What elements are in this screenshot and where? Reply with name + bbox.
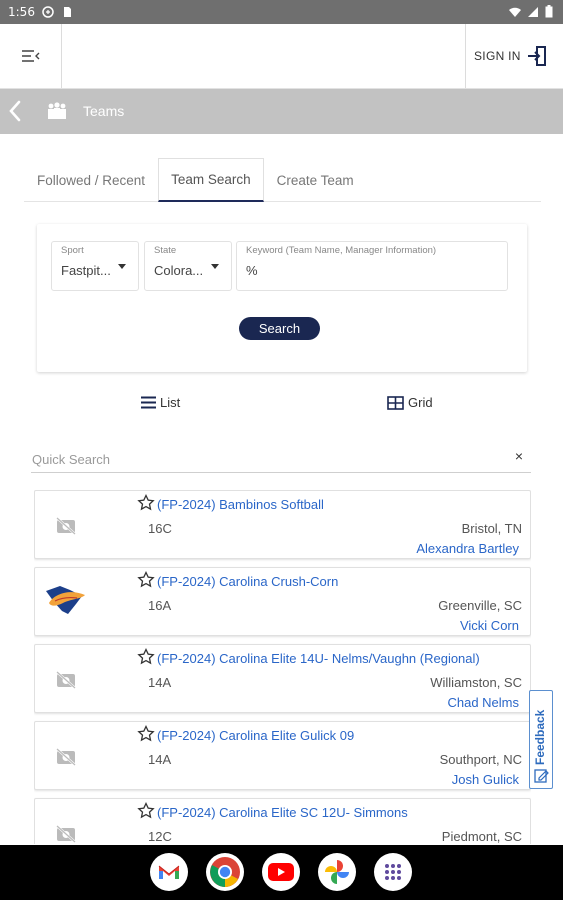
signal-icon (528, 6, 538, 17)
sign-in-button[interactable]: SIGN IN (465, 24, 563, 88)
team-card[interactable]: (FP-2024) Carolina Elite SC 12U- Simmons… (34, 798, 531, 844)
star-icon[interactable] (137, 494, 155, 512)
wifi-icon (509, 7, 521, 17)
team-list: (FP-2024) Bambinos Softball 16C Bristol,… (34, 490, 531, 844)
tab-followed-recent[interactable]: Followed / Recent (24, 158, 158, 202)
state-select[interactable]: State Colora... (144, 241, 232, 291)
tab-bar: Followed / Recent Team Search Create Tea… (24, 158, 541, 202)
team-card[interactable]: (FP-2024) Carolina Crush-Corn 16A Greenv… (34, 567, 531, 636)
menu-toggle-button[interactable] (0, 24, 62, 88)
list-icon (141, 396, 156, 409)
quick-search-placeholder: Quick Search (32, 452, 111, 467)
sport-select[interactable]: Sport Fastpit... (51, 241, 139, 291)
sport-label: Sport (61, 245, 84, 256)
sd-card-icon (64, 7, 71, 17)
team-location: Bristol, TN (461, 521, 522, 536)
team-card[interactable]: (FP-2024) Carolina Elite 14U- Nelms/Vaug… (34, 644, 531, 713)
page-title: Teams (83, 103, 125, 119)
teams-icon (48, 102, 66, 119)
team-manager-link[interactable]: Chad Nelms (447, 695, 519, 710)
login-icon (527, 46, 546, 66)
tab-team-search[interactable]: Team Search (158, 158, 264, 202)
keyword-value: % (246, 263, 258, 278)
clear-icon[interactable]: × (515, 448, 523, 464)
system-dock (0, 845, 563, 900)
team-age: 14A (148, 752, 172, 767)
list-label: List (160, 395, 181, 410)
chevron-down-icon (118, 264, 126, 269)
team-location: Williamston, SC (430, 675, 522, 690)
keyword-input[interactable]: Keyword (Team Name, Manager Information)… (236, 241, 508, 291)
team-age: 16A (148, 598, 172, 613)
team-logo (43, 582, 89, 620)
breadcrumb: Teams (0, 89, 563, 134)
no-image-icon (49, 740, 83, 774)
team-manager-link[interactable]: Alexandra Bartley (416, 541, 519, 556)
status-time: 1:56 (8, 5, 35, 19)
app-bar: SIGN IN (0, 24, 563, 89)
star-icon[interactable] (137, 802, 155, 820)
back-arrow-icon[interactable] (6, 99, 26, 123)
no-image-icon (49, 509, 83, 543)
team-card[interactable]: (FP-2024) Bambinos Softball 16C Bristol,… (34, 490, 531, 559)
grid-icon (387, 395, 404, 410)
feedback-label: Feedback (533, 709, 547, 765)
search-panel: Sport Fastpit... State Colora... Keyword… (37, 224, 527, 372)
star-icon[interactable] (137, 648, 155, 666)
no-image-icon (49, 663, 83, 697)
team-location: Southport, NC (439, 752, 522, 767)
feedback-button[interactable]: Feedback (529, 690, 553, 789)
star-icon[interactable] (137, 571, 155, 589)
team-manager-link[interactable]: Vicki Corn (460, 618, 519, 633)
list-view-button[interactable]: List (141, 395, 180, 410)
team-age: 14A (148, 675, 172, 690)
edit-icon (534, 769, 549, 783)
app-drawer-icon[interactable] (374, 853, 412, 891)
search-button[interactable]: Search (239, 317, 320, 340)
battery-icon (545, 5, 553, 18)
team-location: Piedmont, SC (441, 829, 522, 844)
chevron-down-icon (211, 264, 219, 269)
sport-value: Fastpit... (61, 263, 111, 278)
team-name-link[interactable]: (FP-2024) Bambinos Softball (157, 497, 324, 512)
team-age: 16C (148, 521, 172, 536)
team-location: Greenville, SC (438, 598, 522, 613)
quick-search-input[interactable]: Quick Search × (31, 445, 531, 473)
tab-create-team[interactable]: Create Team (264, 158, 367, 202)
state-value: Colora... (154, 263, 204, 278)
team-card[interactable]: (FP-2024) Carolina Elite Gulick 09 14A S… (34, 721, 531, 790)
grid-view-button[interactable]: Grid (387, 395, 433, 410)
team-name-link[interactable]: (FP-2024) Carolina Elite Gulick 09 (157, 728, 354, 743)
youtube-icon[interactable] (262, 853, 300, 891)
team-name-link[interactable]: (FP-2024) Carolina Elite 14U- Nelms/Vaug… (157, 651, 480, 666)
team-manager-link[interactable]: Josh Gulick (452, 772, 519, 787)
chrome-icon[interactable] (206, 853, 244, 891)
team-name-link[interactable]: (FP-2024) Carolina Crush-Corn (157, 574, 338, 589)
no-image-icon (49, 817, 83, 844)
sign-in-label: SIGN IN (474, 49, 521, 63)
team-age: 12C (148, 829, 172, 844)
state-label: State (154, 245, 177, 256)
grid-label: Grid (408, 395, 433, 410)
menu-collapse-icon (21, 50, 39, 62)
gmail-icon[interactable] (150, 853, 188, 891)
status-bar: 1:56 (0, 0, 563, 24)
sync-icon (42, 6, 54, 18)
team-name-link[interactable]: (FP-2024) Carolina Elite SC 12U- Simmons (157, 805, 408, 820)
star-icon[interactable] (137, 725, 155, 743)
keyword-label: Keyword (Team Name, Manager Information) (246, 245, 437, 256)
photos-icon[interactable] (318, 853, 356, 891)
